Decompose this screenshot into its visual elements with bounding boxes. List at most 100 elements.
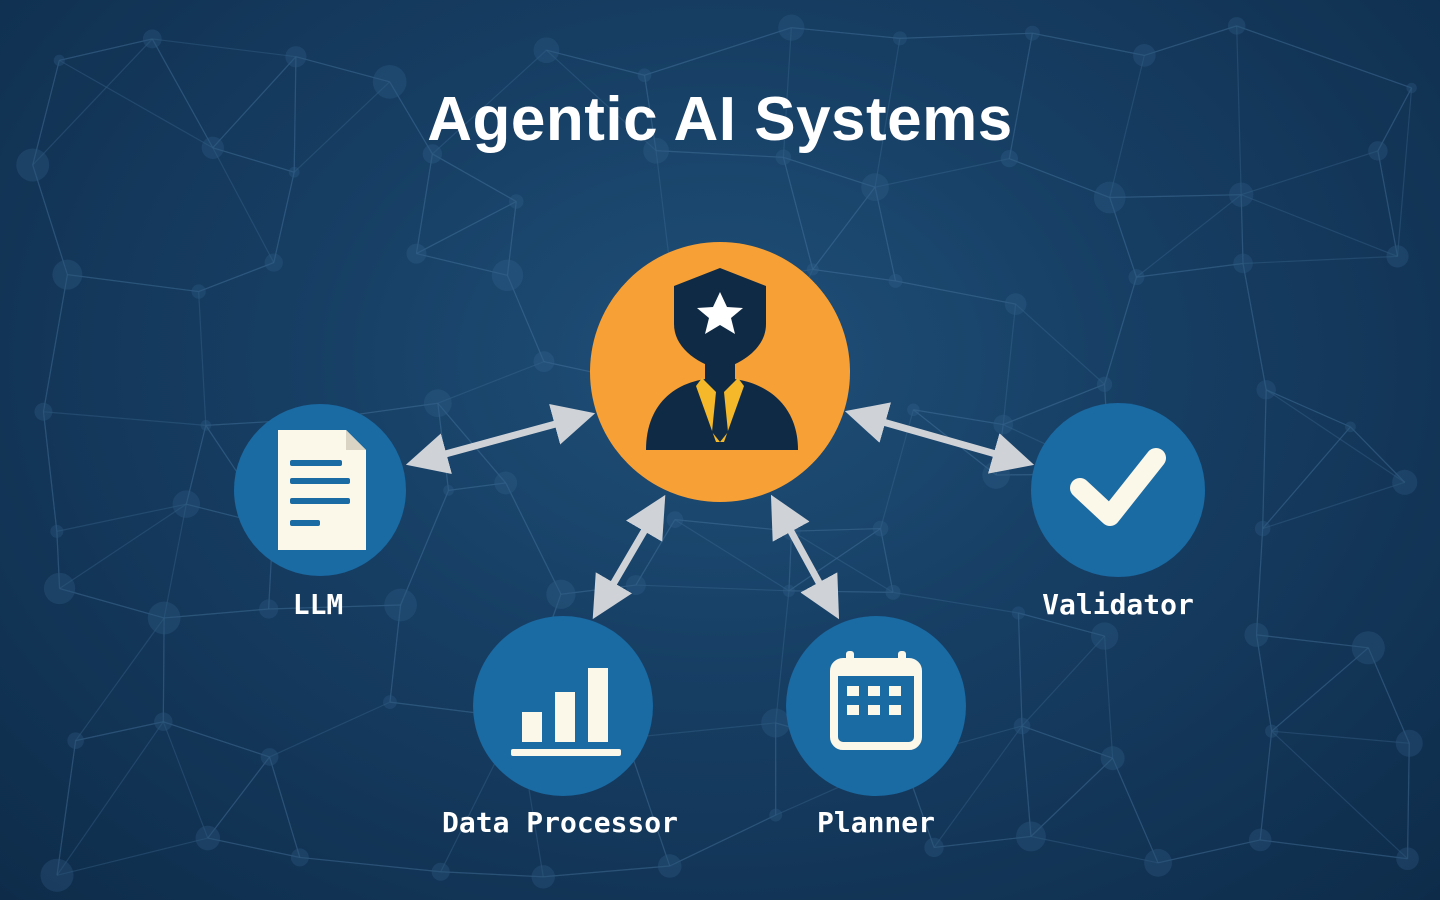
network-edge [1109, 194, 1242, 199]
network-node [1013, 717, 1031, 735]
network-node [982, 461, 1010, 489]
network-edge [812, 186, 876, 270]
network-node [40, 858, 74, 892]
network-node [872, 520, 889, 537]
node-data-processor[interactable] [473, 616, 653, 796]
network-node [1265, 724, 1279, 738]
network-node [761, 708, 791, 738]
network-node [1090, 622, 1119, 650]
network-edge [32, 164, 68, 275]
network-node [384, 588, 417, 622]
network-node [782, 584, 795, 597]
network-edge [1030, 835, 1159, 864]
node-validator[interactable] [1031, 403, 1205, 577]
network-edge [432, 153, 517, 203]
network-edge [1021, 725, 1113, 759]
network-edge [1240, 150, 1379, 196]
network-edge [644, 27, 792, 76]
network-node [546, 579, 576, 609]
network-node [907, 403, 920, 417]
network-node [1233, 253, 1253, 274]
network-edge [163, 721, 270, 758]
node-planner[interactable] [786, 616, 966, 796]
network-node [1144, 848, 1172, 877]
network-edge [1271, 647, 1369, 732]
network-edge [42, 411, 58, 532]
network-edge [674, 518, 792, 532]
network-node [1016, 821, 1046, 852]
network-edge [635, 584, 789, 592]
network-edge [1104, 636, 1114, 759]
network-edge [812, 268, 896, 282]
network-edge [1271, 730, 1408, 860]
network-node [657, 854, 682, 878]
network-node [1133, 44, 1156, 67]
network-edge [416, 200, 517, 255]
network-edge [1377, 150, 1399, 257]
network-edge [1242, 263, 1267, 390]
network-edge [163, 504, 187, 619]
network-edge [59, 503, 187, 590]
network-edge [505, 482, 562, 595]
network-node [778, 14, 805, 41]
network-node [494, 471, 518, 495]
network-edge [198, 291, 207, 426]
network-node [1392, 469, 1418, 495]
network-node [1256, 380, 1276, 400]
network-edge [1236, 25, 1412, 89]
network-edge [1271, 730, 1410, 744]
node-llm[interactable] [234, 404, 406, 576]
network-node [288, 166, 300, 178]
network-node [191, 284, 206, 299]
network-edge [212, 147, 275, 263]
network-edge [440, 871, 544, 878]
network-edge [207, 756, 271, 839]
network-edge [1256, 634, 1369, 649]
network-node [531, 865, 555, 889]
network-edge [1240, 194, 1398, 257]
network-edge [1265, 389, 1351, 428]
network-edge [269, 701, 391, 758]
network-node [200, 420, 212, 431]
diagram-title: Agentic AI Systems [427, 85, 1013, 154]
network-edge [1262, 481, 1405, 530]
network-node [1093, 181, 1126, 214]
network-edge [59, 38, 153, 61]
network-edge [899, 32, 1033, 39]
network-node [1227, 17, 1246, 35]
network-node [172, 490, 201, 518]
network-node [892, 31, 907, 46]
network-node [625, 575, 646, 596]
network-node [637, 68, 652, 83]
network-node [1228, 182, 1254, 207]
network-node [1254, 520, 1271, 537]
network-edge [415, 153, 433, 254]
network-node [43, 572, 76, 605]
network-edge [892, 591, 1019, 614]
agent-hub[interactable] [590, 242, 850, 502]
network-edge [791, 27, 900, 39]
network-edge [874, 187, 897, 282]
network-edge [400, 490, 450, 606]
network-node [285, 46, 307, 68]
network-edge [913, 409, 1004, 426]
network-node [1011, 606, 1026, 620]
network-node [769, 808, 783, 822]
network-edge [152, 38, 296, 58]
network-edge [1015, 303, 1105, 385]
network-edge [299, 856, 441, 873]
network-node [1244, 622, 1269, 647]
network-edge [273, 172, 295, 263]
network-edge [543, 865, 670, 878]
network-edge [1032, 32, 1145, 56]
network-node [1395, 729, 1423, 757]
network-edge [1021, 725, 1032, 837]
network-node [431, 862, 450, 881]
network-edge [1242, 255, 1398, 265]
network-edge [198, 262, 275, 293]
network-edge [437, 361, 545, 404]
network-node [195, 825, 221, 851]
network-edge [879, 528, 894, 593]
network-node [443, 485, 454, 496]
network-edge [782, 157, 814, 270]
